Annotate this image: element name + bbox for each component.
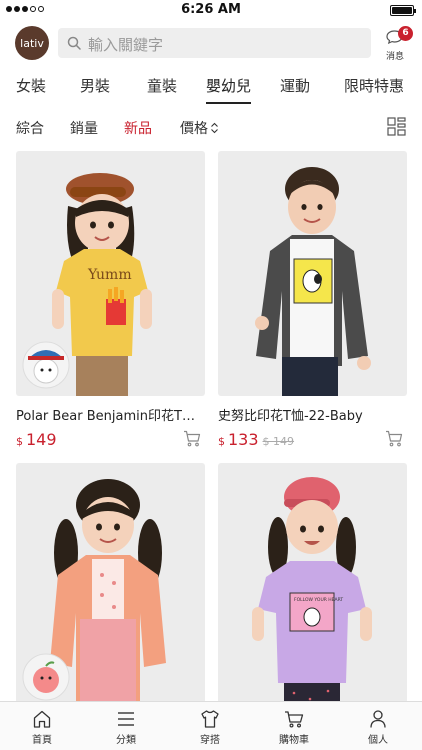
- lativ-logo[interactable]: lativ: [15, 26, 49, 60]
- product-image: FOLLOW YOUR HEART: [252, 477, 372, 708]
- product-price: 149: [26, 430, 57, 449]
- product-name[interactable]: Polar Bear Benjamin印花T恤-...: [16, 405, 205, 424]
- product-original-price: $ 149: [262, 435, 295, 448]
- nav-cart-label: 購物車: [279, 735, 309, 746]
- tab-baby[interactable]: 嬰幼兒: [206, 75, 251, 96]
- nav-outfits-label: 穿搭: [200, 735, 220, 746]
- nav-categories-label: 分類: [116, 735, 136, 746]
- product-card[interactable]: [16, 463, 205, 708]
- nav-outfits[interactable]: 穿搭: [168, 709, 252, 746]
- nav-profile[interactable]: 個人: [336, 709, 420, 746]
- shirt-icon: [201, 710, 219, 728]
- svg-text:Yumm: Yumm: [87, 267, 132, 283]
- top-header: lativ 輸入關鍵字 6 消息: [0, 24, 422, 64]
- menu-icon: [118, 712, 134, 726]
- tab-sale[interactable]: 限時特惠: [344, 75, 404, 96]
- messages-button[interactable]: 6 消息: [383, 26, 413, 62]
- status-time: 6:26 AM: [181, 2, 241, 17]
- sort-sales[interactable]: 銷量: [70, 118, 98, 138]
- tab-women[interactable]: 女裝: [16, 75, 46, 96]
- product-price-line: $133 $ 149: [218, 430, 407, 450]
- battery-icon: [390, 5, 416, 16]
- tab-men[interactable]: 男裝: [80, 75, 110, 96]
- product-image: [22, 479, 166, 708]
- product-price-line: $149: [16, 430, 205, 450]
- sort-bar: 綜合 銷量 新品 價格: [0, 116, 422, 140]
- product-card[interactable]: FOLLOW YOUR HEART: [218, 463, 407, 708]
- product-card[interactable]: Yumm Polar Bear Benjamin印花T恤-... $149: [16, 151, 205, 450]
- product-photo[interactable]: [218, 151, 407, 396]
- nav-profile-label: 個人: [368, 735, 388, 746]
- sort-arrows-icon: [211, 122, 218, 134]
- product-image: [255, 167, 371, 396]
- nav-cart[interactable]: 購物車: [252, 709, 336, 746]
- add-to-cart-icon[interactable]: [183, 430, 201, 447]
- product-photo[interactable]: FOLLOW YOUR HEART: [218, 463, 407, 708]
- person-icon: [370, 710, 386, 728]
- search-input[interactable]: 輸入關鍵字: [58, 28, 371, 58]
- messages-count-badge: 6: [398, 26, 413, 41]
- nav-home[interactable]: 首頁: [0, 709, 84, 746]
- svg-text:FOLLOW YOUR HEART: FOLLOW YOUR HEART: [294, 597, 343, 603]
- home-icon: [33, 710, 51, 728]
- tab-sports[interactable]: 運動: [280, 75, 310, 96]
- nav-categories[interactable]: 分類: [84, 709, 168, 746]
- product-card[interactable]: 史努比印花T恤-22-Baby $133 $ 149: [218, 151, 407, 450]
- sort-general[interactable]: 綜合: [16, 118, 44, 138]
- product-price: 133: [228, 430, 259, 449]
- active-tab-indicator: [206, 102, 251, 104]
- product-image: Yumm: [22, 173, 152, 396]
- messages-label: 消息: [386, 52, 405, 62]
- sort-new[interactable]: 新品: [124, 118, 152, 138]
- category-tabs: 女裝 男裝 童裝 嬰幼兒 運動 限時特惠: [0, 72, 422, 108]
- nav-home-label: 首頁: [32, 735, 52, 746]
- product-photo[interactable]: Yumm: [16, 151, 205, 396]
- search-placeholder: 輸入關鍵字: [88, 36, 164, 54]
- bottom-navigation: 首頁 分類 穿搭 購物車 個人: [0, 701, 422, 750]
- product-name[interactable]: 史努比印花T恤-22-Baby: [218, 405, 407, 424]
- layout-toggle-icon[interactable]: [387, 117, 406, 136]
- sort-price-label: 價格: [180, 121, 208, 137]
- currency-symbol: $: [16, 435, 23, 448]
- add-to-cart-icon[interactable]: [385, 430, 403, 447]
- status-bar: 6:26 AM: [0, 0, 422, 20]
- product-photo[interactable]: [16, 463, 205, 708]
- sort-price[interactable]: 價格: [180, 118, 219, 138]
- cart-icon: [285, 711, 304, 728]
- tab-kids[interactable]: 童裝: [147, 75, 177, 96]
- search-icon: [67, 36, 81, 50]
- currency-symbol: $: [218, 435, 225, 448]
